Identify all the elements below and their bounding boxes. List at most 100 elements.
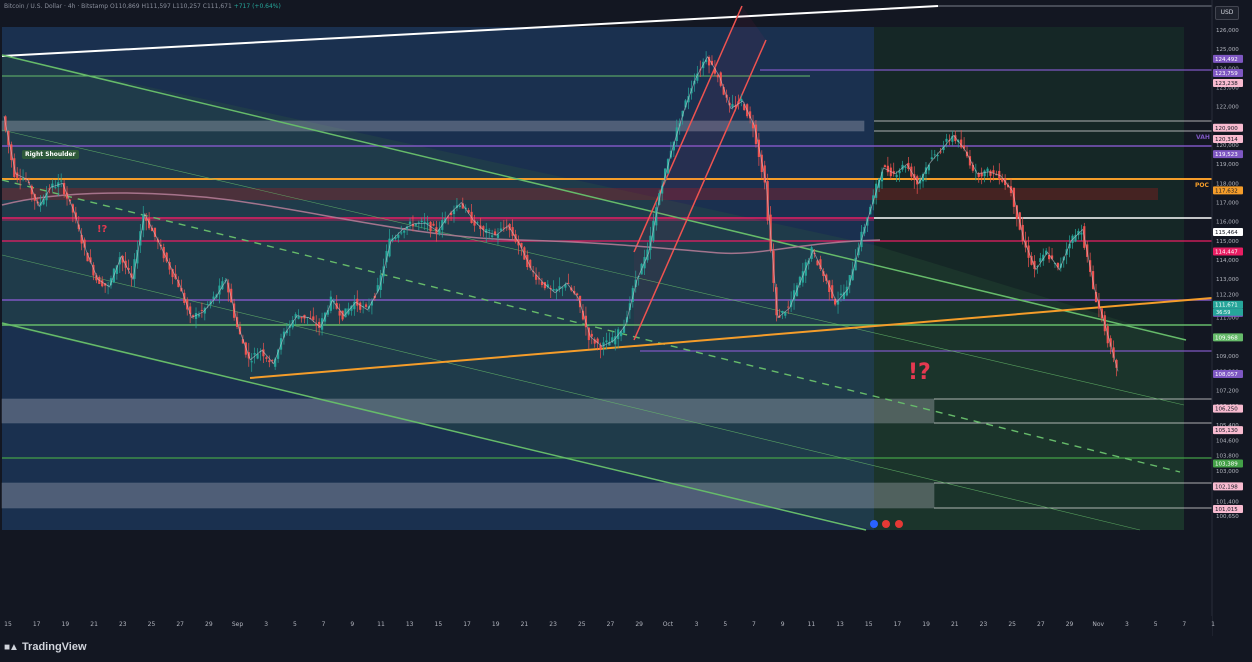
- y-tick-label: 113,000: [1216, 277, 1239, 283]
- candle-body: [576, 293, 579, 296]
- candle-body: [1080, 232, 1083, 235]
- currency-button[interactable]: USD: [1215, 6, 1239, 20]
- price-tag-label: 114,447: [1215, 249, 1238, 255]
- x-tick-label: 25: [578, 621, 586, 628]
- brand-name: TradingView: [21, 641, 87, 653]
- x-tick-label: Oct: [663, 621, 674, 628]
- candle-body: [605, 340, 608, 343]
- price-change: +717 (+0.64%): [233, 3, 281, 10]
- price-tag-label: 105,130: [1215, 428, 1238, 434]
- x-tick-label: Sep: [232, 621, 244, 628]
- vah-label: VAH: [1196, 134, 1210, 141]
- candle-body: [992, 170, 995, 174]
- y-tick-label: 125,000: [1216, 47, 1239, 53]
- x-tick-label: 5: [293, 621, 297, 628]
- y-tick-label: 107,200: [1216, 388, 1239, 394]
- candle-body: [839, 293, 843, 296]
- y-tick-label: 119,000: [1216, 162, 1239, 168]
- candle-body: [989, 170, 992, 176]
- x-tick-label: 27: [176, 621, 184, 628]
- price-tag-label: 120,314: [1215, 137, 1238, 143]
- price-tag-label: 103,389: [1215, 461, 1238, 467]
- candle-body: [933, 154, 936, 156]
- countdown-label: 36:59: [1216, 310, 1230, 316]
- x-tick-label: 7: [752, 621, 756, 628]
- price-tag-label: 117,632: [1215, 188, 1238, 194]
- box-106250: [1, 398, 935, 424]
- price-tag-label: 106,250: [1215, 407, 1238, 413]
- poc-label: POC: [1195, 182, 1209, 189]
- x-tick-label: 27: [1037, 621, 1045, 628]
- x-tick-label: 9: [781, 621, 785, 628]
- candle-body: [408, 221, 412, 224]
- y-tick-label: 122,000: [1216, 105, 1239, 111]
- candle-body: [883, 165, 887, 168]
- y-tick-label: 104,600: [1216, 438, 1239, 444]
- price-tag-label: 101,015: [1215, 507, 1238, 513]
- box-120900: [1, 120, 865, 132]
- x-tick-label: 3: [1125, 621, 1129, 628]
- candle-body: [904, 166, 907, 168]
- x-tick-label: 15: [435, 621, 443, 628]
- event-icon[interactable]: [870, 520, 878, 528]
- x-tick-label: 21: [521, 621, 529, 628]
- x-tick-label: 17: [463, 621, 471, 628]
- question-mark-large: !?: [908, 360, 931, 385]
- x-tick-label: 19: [922, 621, 930, 628]
- y-tick-label: 101,400: [1216, 500, 1239, 506]
- candle-body: [101, 280, 104, 287]
- x-tick-label: 3: [695, 621, 699, 628]
- candle-body: [552, 288, 555, 291]
- x-tick-label: 15: [4, 621, 12, 628]
- price-tag-label: 111,671: [1215, 303, 1238, 309]
- right-shoulder-label: Right Shoulder: [22, 150, 79, 159]
- tradingview-logo[interactable]: ■▲ TradingView: [4, 641, 87, 653]
- candle-body: [420, 220, 423, 222]
- symbol-header: Bitcoin / U.S. Dollar · 4h · Bitstamp O1…: [4, 3, 281, 10]
- x-tick-label: 17: [33, 621, 41, 628]
- y-tick-label: 109,000: [1216, 354, 1239, 360]
- x-tick-label: 9: [350, 621, 354, 628]
- x-tick-label: 25: [1008, 621, 1016, 628]
- price-tag-label: 124,492: [1215, 57, 1238, 63]
- y-tick-label: 114,000: [1216, 258, 1239, 264]
- x-tick-label: 25: [148, 621, 156, 628]
- event-icon[interactable]: [895, 520, 903, 528]
- y-tick-label: 126,000: [1216, 28, 1239, 34]
- candle-body: [787, 306, 790, 308]
- candle-body: [499, 228, 503, 231]
- candle-body: [359, 302, 362, 310]
- price-tag-label: 109,968: [1215, 335, 1238, 341]
- ohlc-values: O110,869 H111,597 L110,257 C111,671: [110, 3, 232, 10]
- candle-body: [265, 357, 268, 359]
- event-icon[interactable]: [882, 520, 890, 528]
- x-tick-label: 11: [377, 621, 385, 628]
- candle-body: [297, 316, 300, 319]
- x-tick-label: 27: [607, 621, 615, 628]
- candle-body: [312, 316, 315, 321]
- candle-body: [253, 353, 256, 355]
- price-tag-label: 108,057: [1215, 372, 1238, 378]
- candle-body: [54, 187, 57, 189]
- candle-body: [400, 232, 403, 234]
- box-102198: [1, 482, 935, 509]
- y-tick-label: 112,200: [1216, 293, 1239, 299]
- x-tick-label: 13: [406, 621, 414, 628]
- chart-canvas[interactable]: 126,000125,000124,000123,000122,000121,0…: [0, 0, 1252, 662]
- candle-body: [895, 174, 898, 178]
- candle-body: [886, 165, 889, 173]
- x-tick-label: 29: [1066, 621, 1074, 628]
- y-tick-label: 100,650: [1216, 514, 1239, 520]
- price-tag-label: 123,238: [1215, 81, 1238, 87]
- candle-body: [414, 223, 417, 226]
- x-tick-label: 19: [492, 621, 500, 628]
- candle-body: [488, 229, 491, 231]
- x-tick-label: 7: [1182, 621, 1186, 628]
- y-tick-label: 117,000: [1216, 201, 1239, 207]
- price-tag-label: 119,523: [1215, 152, 1238, 158]
- candle-body: [300, 316, 303, 319]
- candle-body: [60, 180, 63, 182]
- candle-body: [250, 361, 253, 363]
- candle-body: [417, 222, 420, 224]
- candle-body: [268, 360, 271, 363]
